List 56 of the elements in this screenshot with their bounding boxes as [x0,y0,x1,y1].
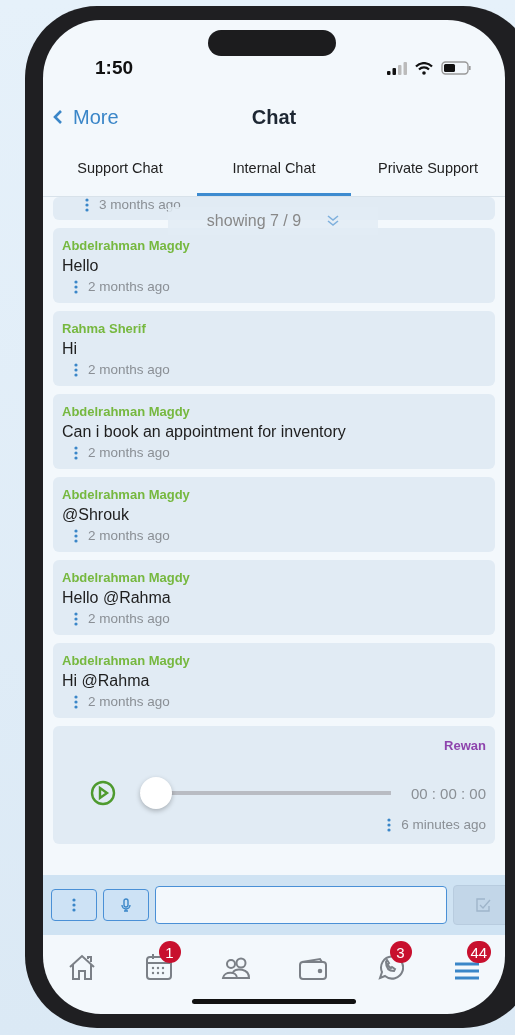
message-time: 2 months ago [88,445,170,460]
sender-name: Abdelrahman Magdy [62,404,191,419]
audio-duration: 00 : 00 : 00 [410,784,486,802]
more-dots-icon[interactable] [74,279,78,294]
more-dots-icon[interactable] [74,528,78,543]
battery-icon [441,61,471,75]
options-button[interactable] [51,889,97,921]
notification-badge: 44 [466,941,492,963]
nav-item[interactable]: 44 [436,939,497,985]
microphone-button[interactable] [103,889,149,921]
wallet-icon [297,957,328,981]
nav-item[interactable]: 1 [128,939,189,985]
menu-icon [453,961,480,981]
play-icon[interactable] [90,780,116,806]
more-dots-icon[interactable] [387,817,392,832]
nav-item[interactable]: 3 [359,939,420,985]
sender-name: Abdelrahman Magdy [62,487,191,502]
status-time: 1:50 [95,57,134,79]
screen-title: Chat [251,105,297,129]
microphone-icon [121,898,131,912]
message-time: 2 months ago [88,528,170,543]
double-chevron-down-icon [327,215,340,227]
people-icon [220,957,251,981]
back-button[interactable]: More [43,104,125,130]
message-text: Hi @Rahma [62,672,151,690]
message-text: Hello [62,257,100,275]
sender-name: Rewan [444,738,486,753]
message-time: 2 months ago [88,362,170,377]
more-dots-icon[interactable] [85,197,89,212]
message-text: @Shrouk [62,506,130,524]
sender-name: Abdelrahman Magdy [62,570,191,585]
message-text: Can i book an appointment for inventory [62,423,347,441]
more-dots-icon[interactable] [72,898,76,912]
sender-name: Abdelrahman Magdy [62,238,191,253]
chevron-left-icon [53,109,63,125]
notification-badge: 3 [389,941,412,963]
message-time: 2 months ago [88,694,170,709]
message-time: 6 minutes ago [401,817,486,832]
notification-badge: 1 [158,941,181,963]
more-dots-icon[interactable] [74,362,78,377]
sender-name: Abdelrahman Magdy [62,653,191,668]
tab[interactable]: Private Support [351,150,505,196]
more-dots-icon[interactable] [74,611,78,626]
message-time: 2 months ago [88,611,170,626]
sender-name: Rahma Sherif [62,321,147,336]
message-text: Hello @Rahma [62,589,172,607]
message-text: Hi [62,340,79,358]
more-dots-icon[interactable] [74,445,78,460]
paging-label: showing 7 / 9 [206,212,302,230]
slider-thumb[interactable] [140,777,172,809]
message-input[interactable] [155,886,447,924]
wifi-icon [415,61,433,75]
tab[interactable]: Support Chat [43,150,197,196]
message-time: 2 months ago [88,279,170,294]
signal-icon [387,61,407,75]
more-dots-icon[interactable] [74,694,78,709]
